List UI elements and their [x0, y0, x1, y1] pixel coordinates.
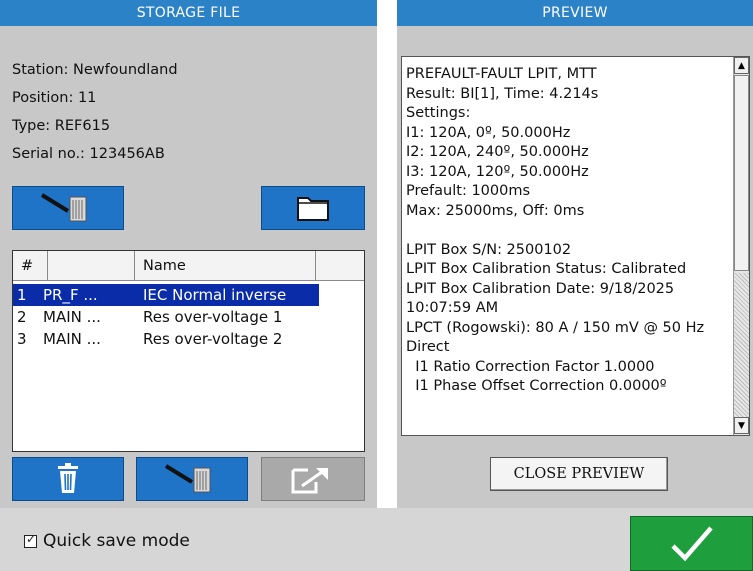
- preview-line: I1 Phase Offset Correction 0.0000º: [406, 378, 667, 394]
- folder-icon: [297, 197, 329, 221]
- column-header-filler: [316, 251, 364, 280]
- row-code: MAIN ...: [43, 308, 101, 326]
- table-row[interactable]: 3 MAIN ... Res over-voltage 2: [13, 328, 364, 350]
- preview-line: LPIT Box S/N: 2500102: [406, 241, 572, 258]
- preview-line: I3: 120A, 120º, 50.000Hz: [406, 163, 589, 180]
- triangle-up-icon: ▲: [738, 60, 745, 71]
- column-header-code[interactable]: [48, 251, 135, 280]
- row-name: Res over-voltage 2: [143, 330, 283, 348]
- preview-line: I1: 120A, 0º, 50.000Hz: [406, 124, 571, 141]
- preview-scrollbar[interactable]: ▲ ▼: [733, 57, 749, 435]
- row-name: Res over-voltage 1: [143, 308, 283, 326]
- ok-button[interactable]: [630, 516, 753, 571]
- row-number: 1: [17, 286, 27, 304]
- quick-save-label: Quick save mode: [43, 531, 190, 551]
- save-to-file-button[interactable]: [12, 186, 124, 230]
- scroll-track[interactable]: [734, 273, 749, 417]
- station-label: Station: Newfoundland: [12, 62, 178, 78]
- preview-text-area[interactable]: PREFAULT-FAULT LPIT, MTT Result: BI[1], T…: [401, 56, 750, 436]
- row-code: PR_F ...: [43, 286, 98, 304]
- quick-save-toggle[interactable]: Quick save mode: [24, 531, 190, 551]
- trash-icon: [58, 463, 78, 493]
- position-label: Position: 11: [12, 90, 97, 106]
- preview-line: [406, 221, 736, 241]
- row-name: IEC Normal inverse: [143, 286, 287, 304]
- close-preview-button[interactable]: CLOSE PREVIEW: [490, 457, 668, 491]
- preview-line: Max: 25000ms, Off: 0ms: [406, 202, 585, 219]
- preview-line: LPIT Box Calibration Date: 9/18/2025: [406, 280, 675, 297]
- scroll-thumb[interactable]: [734, 75, 749, 271]
- scroll-up-button[interactable]: ▲: [734, 57, 749, 74]
- file-list-header: # Name: [13, 251, 364, 281]
- preview-content: PREFAULT-FAULT LPIT, MTT Result: BI[1], T…: [406, 65, 736, 397]
- triangle-down-icon: ▼: [738, 420, 745, 431]
- table-row[interactable]: 1 PR_F ... IEC Normal inverse: [13, 284, 319, 306]
- checkmark-icon: [670, 526, 713, 561]
- preview-line: I2: 120A, 240º, 50.000Hz: [406, 144, 589, 160]
- table-row[interactable]: 2 MAIN ... Res over-voltage 1: [13, 306, 364, 328]
- preview-line: LPIT Box Calibration Status: Calibrated: [406, 261, 687, 277]
- export-button[interactable]: [261, 457, 365, 501]
- delete-button[interactable]: [12, 457, 124, 501]
- preview-line: Prefault: 1000ms: [406, 183, 531, 199]
- preview-line: I1 Ratio Correction Factor 1.0000: [406, 358, 655, 375]
- quick-save-checkbox[interactable]: [24, 532, 37, 548]
- column-header-name[interactable]: Name: [135, 251, 316, 280]
- open-folder-button[interactable]: [261, 186, 365, 230]
- panel-gap: [377, 0, 397, 508]
- type-label: Type: REF615: [12, 118, 111, 134]
- column-header-number[interactable]: #: [13, 251, 48, 280]
- serial-label: Serial no.: 123456AB: [12, 146, 165, 162]
- row-code: MAIN ...: [43, 330, 101, 348]
- preview-line: Direct: [406, 339, 450, 355]
- preview-line: 10:07:59 AM: [406, 300, 499, 316]
- preview-line: LPCT (Rogowski): 80 A / 150 mV @ 50 Hz: [406, 319, 705, 336]
- file-list: # Name 1 PR_F ... IEC Normal inverse 2 M…: [12, 250, 365, 452]
- save-to-file-icon: [40, 193, 87, 222]
- row-number: 2: [17, 308, 27, 326]
- storage-file-header: STORAGE FILE: [0, 0, 377, 26]
- save-button[interactable]: [136, 457, 248, 501]
- storage-file-panel: STORAGE FILE Station: Newfoundland Posit…: [0, 0, 377, 508]
- scroll-down-button[interactable]: ▼: [734, 417, 749, 434]
- row-number: 3: [17, 330, 27, 348]
- preview-line: Result: BI[1], Time: 4.214s: [406, 85, 599, 102]
- preview-line: Settings:: [406, 105, 471, 121]
- export-icon: [291, 468, 328, 494]
- preview-header: PREVIEW: [397, 0, 753, 26]
- preview-panel: PREVIEW PREFAULT-FAULT LPIT, MTT Result: …: [397, 0, 753, 508]
- preview-line: PREFAULT-FAULT LPIT, MTT: [406, 66, 597, 82]
- save-to-file-icon: [164, 464, 211, 493]
